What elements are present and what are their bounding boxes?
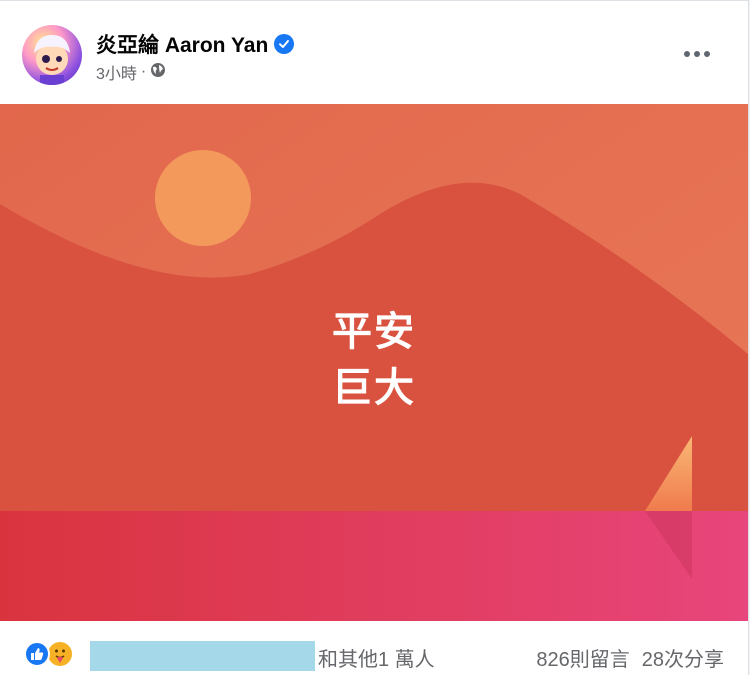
more-options-icon [684,51,710,57]
post-meta: 3小時 · [96,60,166,84]
reaction-icons[interactable] [24,640,74,669]
author-avatar[interactable] [22,25,82,85]
verified-badge-icon [274,34,295,54]
author-name[interactable]: 炎亞綸 Aaron Yan [96,29,268,59]
post-footer: 和其他1 萬人 826則留言 28次分享 [0,621,748,675]
image-caption: 平安 巨大 [0,304,748,416]
post-timestamp[interactable]: 3小時 [96,60,137,84]
more-options-button[interactable] [682,39,712,69]
meta-separator: · [140,63,147,80]
water [0,511,748,621]
post-card: 炎亞綸 Aaron Yan 3小時 · 平安 巨大 和其他1 萬人 826則留言… [0,0,749,675]
caption-line-1: 平安 [332,309,416,355]
sun [155,150,251,246]
engagement-counts: 826則留言 28次分享 [536,643,724,672]
avatar-illustration [34,35,70,85]
caption-line-2: 巨大 [332,365,416,411]
shares-count[interactable]: 28次分享 [642,643,724,672]
redacted-names [90,641,315,671]
post-header: 炎亞綸 Aaron Yan 3小時 · [0,1,748,104]
reactions-count[interactable]: 和其他1 萬人 [318,643,435,672]
comments-count[interactable]: 826則留言 [536,643,629,672]
care-icon [46,640,74,668]
globe-icon[interactable] [150,62,166,83]
post-image[interactable]: 平安 巨大 [0,104,748,621]
author-name-row: 炎亞綸 Aaron Yan [96,29,295,59]
like-icon [24,641,50,667]
